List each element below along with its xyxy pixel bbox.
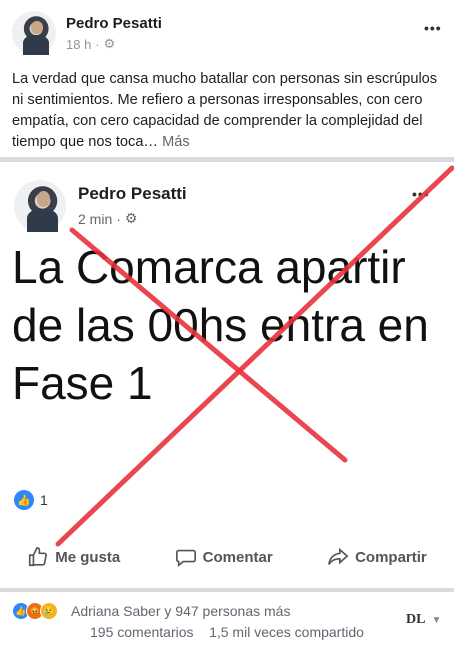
separator-dot: · [95, 36, 100, 52]
shared-avatar [14, 180, 66, 232]
share-arrow-icon [328, 547, 349, 565]
like-label: Me gusta [55, 548, 121, 566]
see-more-link[interactable]: Más [162, 134, 190, 150]
post-header: Pedro Pesatti 18 h · ⚙ ••• [0, 0, 454, 62]
sad-reaction-icon: 😢 [40, 602, 58, 620]
comment-bubble-icon [175, 549, 196, 567]
comment-label: Comentar [202, 548, 273, 566]
like-button[interactable]: Me gusta [27, 546, 120, 568]
page-selector[interactable]: DL ▼ [406, 612, 441, 628]
share-label: Compartir [355, 548, 427, 566]
post-time[interactable]: 18 h [66, 37, 91, 52]
comment-button[interactable]: Comentar [175, 546, 273, 568]
shared-action-bar: Me gusta Comentar Compartir [0, 535, 454, 579]
shared-meta: 2 min · ⚙ [78, 210, 137, 227]
shared-like-number: 1 [40, 492, 48, 508]
shared-like-count: 👍 1 [14, 490, 48, 510]
post-stats: 195 comentarios 1,5 mil veces compartido [90, 624, 364, 640]
shared-avatar-face [36, 191, 51, 208]
shared-separator-dot: · [116, 210, 121, 227]
thumbs-up-icon: 👍 [14, 490, 34, 510]
avatar[interactable] [12, 11, 56, 55]
shared-time: 2 min [78, 210, 113, 227]
shared-gear-icon: ⚙ [124, 210, 138, 226]
reaction-icons[interactable]: 👍 😡 😢 [12, 602, 58, 620]
share-button[interactable]: Compartir [327, 546, 427, 568]
thumbs-up-outline-icon [29, 547, 48, 567]
comments-count[interactable]: 195 comentarios [90, 624, 194, 640]
post-meta: 18 h · ⚙ [66, 36, 115, 52]
post-author[interactable]: Pedro Pesatti [66, 15, 162, 32]
shares-count[interactable]: 1,5 mil veces compartido [209, 624, 364, 640]
shared-author: Pedro Pesatti [78, 184, 187, 203]
shared-headline: La Comarca apartir de las 00hs entra en … [12, 241, 429, 409]
post-body: La verdad que cansa mucho batallar con p… [12, 71, 438, 150]
post-menu-icon[interactable]: ••• [424, 20, 442, 36]
caret-down-icon: ▼ [431, 614, 442, 626]
post-text: La verdad que cansa mucho batallar con p… [12, 69, 442, 153]
divider [0, 588, 454, 592]
page-label: DL [406, 612, 426, 627]
reactors-text[interactable]: Adriana Saber y 947 personas más [71, 603, 290, 619]
friends-gear-icon: ⚙ [103, 36, 116, 51]
avatar-shirt [23, 35, 50, 55]
shared-menu-icon: ••• [412, 186, 430, 202]
shared-avatar-shirt [27, 208, 59, 232]
avatar-face [31, 20, 43, 34]
